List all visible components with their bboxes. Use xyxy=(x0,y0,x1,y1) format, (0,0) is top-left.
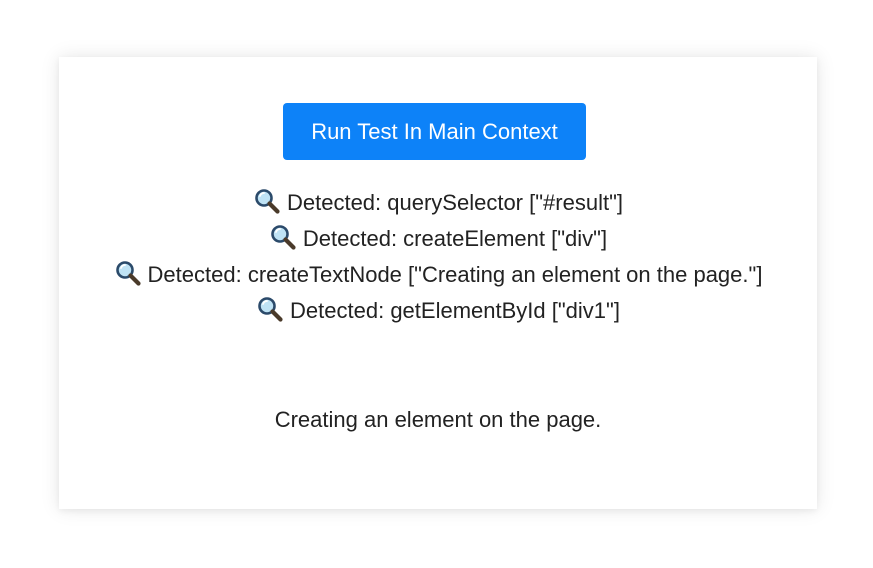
log-line: Detected: querySelector ["#result"] xyxy=(59,185,817,221)
magnifying-glass-icon xyxy=(258,297,283,322)
log-line-text: Detected: createElement ["div"] xyxy=(302,226,608,251)
log-line-text: Detected: getElementById ["div1"] xyxy=(290,298,620,323)
log-line: Detected: createElement ["div"] xyxy=(59,221,817,257)
log-line-text: Detected: createTextNode ["Creating an e… xyxy=(147,262,763,287)
log-line: Detected: getElementById ["div1"] xyxy=(59,293,817,329)
run-test-button[interactable]: Run Test In Main Context xyxy=(283,103,586,160)
test-card: Run Test In Main Context Detected: query… xyxy=(59,57,817,509)
magnifying-glass-icon xyxy=(271,225,296,250)
log-line: Detected: createTextNode ["Creating an e… xyxy=(59,257,817,293)
result-text: Creating an element on the page. xyxy=(274,407,602,432)
magnifying-glass-icon xyxy=(255,189,280,214)
magnifying-glass-icon xyxy=(115,261,141,286)
log-line-text: Detected: querySelector ["#result"] xyxy=(286,190,623,215)
detection-log: Detected: querySelector ["#result"] Dete… xyxy=(59,185,817,329)
